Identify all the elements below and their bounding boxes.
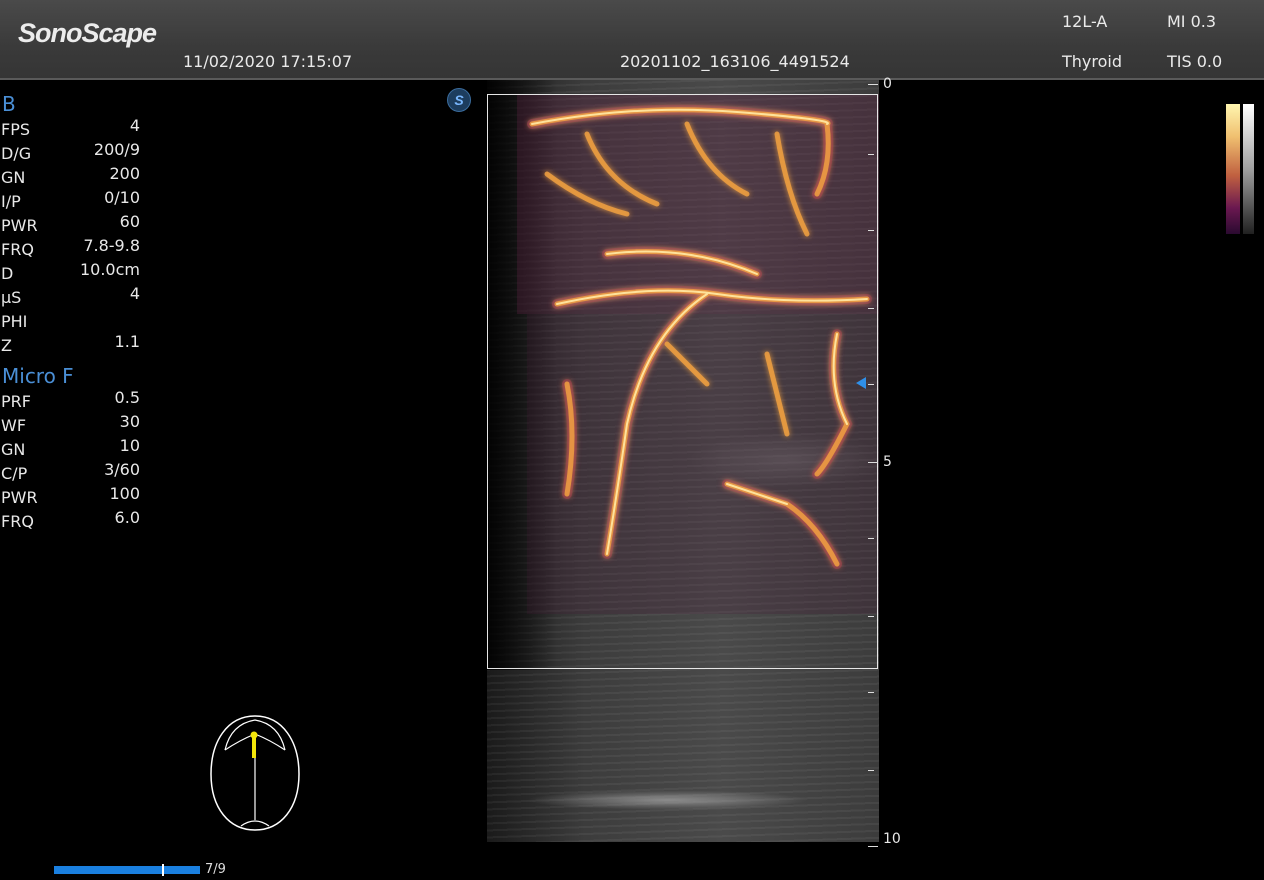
param-key: Z [1,336,12,355]
b-mode-title: B [2,92,16,116]
depth-tick [868,538,874,539]
param-value: 0.5 [114,388,140,407]
param-row: PRF 0.5 [0,388,145,412]
param-key: FRQ [1,512,34,531]
param-row: PWR 100 [0,484,145,508]
depth-label-5: 5 [883,454,892,470]
depth-label-10: 10 [883,831,901,847]
param-row: FRQ 7.8-9.8 [0,236,145,260]
depth-scale: 0 5 10 [866,76,906,850]
depth-tick [868,692,874,693]
ultrasound-image[interactable] [487,80,879,842]
param-row: GN 200 [0,164,145,188]
cine-progress-bar[interactable] [54,866,200,874]
param-row: I/P 0/10 [0,188,145,212]
depth-tick [868,462,878,463]
parameter-panel: B FPS 4 D/G 200/9 GN 200 I/P 0/10 PWR 60 FRQ 7… [0,92,145,532]
color-roi-box[interactable] [487,94,878,669]
param-value: 0/10 [104,188,140,207]
depth-tick [868,84,878,85]
head-body-marker-icon[interactable] [205,712,305,836]
header-bar: SonoScape 11/02/2020 17:15:07 20201102_1… [0,0,1264,80]
param-key: C/P [1,464,28,483]
sonoscape-s-icon: S [447,88,471,112]
param-row: D/G 200/9 [0,140,145,164]
param-key: μS [1,288,22,307]
param-value: 7.8-9.8 [83,236,140,255]
param-value: 100 [109,484,140,503]
param-key: I/P [1,192,21,211]
flow-color-map [1226,104,1240,234]
param-row: C/P 3/60 [0,460,145,484]
param-row: WF 30 [0,412,145,436]
param-key: PRF [1,392,31,411]
param-value: 10 [119,436,140,455]
param-key: D/G [1,144,32,163]
depth-label-0: 0 [883,76,892,92]
depth-tick [868,154,874,155]
exam-datetime: 11/02/2020 17:15:07 [183,52,353,71]
focus-triangle-icon [856,377,866,389]
mechanical-index: MI 0.3 [1167,12,1217,31]
ultrasound-screen: SonoScape 11/02/2020 17:15:07 20201102_1… [0,0,1264,880]
param-row: FPS 4 [0,116,145,140]
depth-tick [868,230,874,231]
depth-tick [868,308,874,309]
cine-progress-cursor[interactable] [162,864,164,876]
param-key: FRQ [1,240,34,259]
param-value: 200 [109,164,140,183]
param-key: PHI [1,312,28,331]
probe-name: 12L-A [1062,12,1108,31]
param-row: μS 4 [0,284,145,308]
depth-tick [868,384,874,385]
brand-logo: SonoScape [18,18,157,48]
param-row: Z 1.1 [0,332,145,356]
color-map-bar [1226,104,1256,234]
param-key: PWR [1,216,38,235]
param-value: 3/60 [104,460,140,479]
param-key: FPS [1,120,31,139]
param-row: PHI [0,308,145,332]
patient-id: 20201102_163106_4491524 [620,52,850,71]
param-row: FRQ 6.0 [0,508,145,532]
param-value: 30 [119,412,140,431]
param-value: 4 [129,116,140,135]
param-key: GN [1,168,26,187]
gray-map [1243,104,1254,234]
depth-tick [868,770,874,771]
param-value: 10.0cm [79,260,140,279]
param-key: D [1,264,14,283]
param-row: PWR 60 [0,212,145,236]
param-value: 1.1 [114,332,140,351]
cine-frame-label: 7/9 [205,862,226,877]
param-key: GN [1,440,26,459]
param-key: PWR [1,488,38,507]
param-row: GN 10 [0,436,145,460]
param-row: D 10.0cm [0,260,145,284]
param-value: 200/9 [93,140,140,159]
micro-f-title: Micro F [2,364,74,388]
param-value: 60 [119,212,140,231]
param-value: 4 [129,284,140,303]
depth-tick [868,846,878,847]
exam-preset: Thyroid [1062,52,1122,71]
param-value: 6.0 [114,508,140,527]
depth-tick [868,616,874,617]
param-key: WF [1,416,27,435]
thermal-index: TIS 0.0 [1167,52,1223,71]
